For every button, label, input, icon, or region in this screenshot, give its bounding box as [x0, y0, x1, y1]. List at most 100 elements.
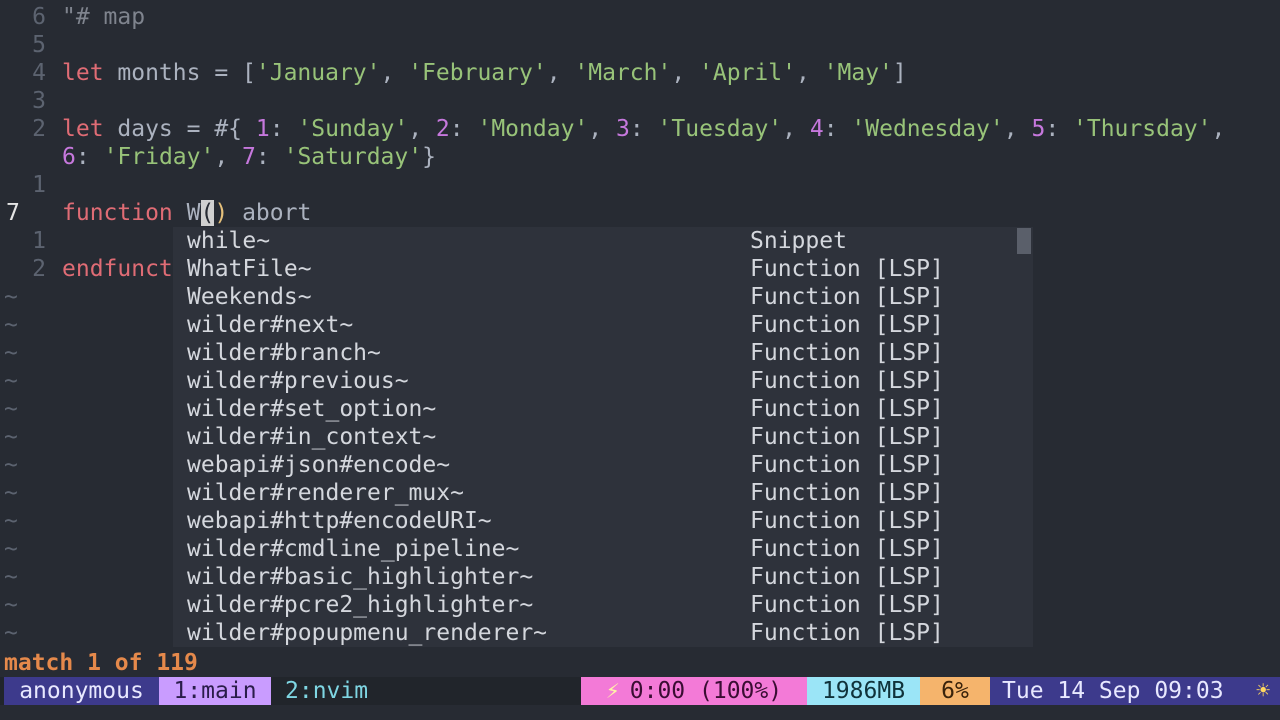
completion-item[interactable]: wilder#cmdline_pipeline~ [187, 535, 519, 563]
code-token: abort [228, 200, 312, 226]
completion-item-kind: Function [LSP] [750, 396, 944, 422]
tmux-window-main[interactable]: 1:main [159, 677, 271, 705]
completion-item-kind: Function [LSP] [750, 564, 944, 590]
empty-line-marker: ~ [4, 284, 18, 310]
completion-item-kind: Function [LSP] [750, 452, 944, 478]
line-number: 7 [6, 200, 20, 226]
tmux-status-bar: anonymous 1:main 2:nvim ⚡ 0:00 (100%) 198… [0, 677, 1280, 705]
code-token: : [75, 144, 104, 170]
completion-item-kind: Function [LSP] [750, 424, 944, 450]
code-token: 'Saturday' [283, 144, 423, 170]
code-token: : [1045, 116, 1074, 142]
line-number: 1 [32, 172, 46, 198]
code-token: 7 [242, 144, 256, 170]
code-token: 5 [1031, 116, 1046, 142]
code-token: 1 [255, 116, 270, 142]
completion-item[interactable]: WhatFile~ [187, 255, 312, 283]
code-token: W [186, 200, 201, 226]
completion-item[interactable]: while~ [187, 227, 270, 255]
code-token: 'March' [574, 60, 672, 86]
completion-item[interactable]: wilder#next~ [187, 311, 353, 339]
code-text: endfunct [62, 255, 173, 283]
completion-item-kind: Function [LSP] [750, 312, 944, 338]
empty-line-marker: ~ [4, 592, 18, 618]
completion-item-kind: Function [LSP] [750, 508, 944, 534]
code-line[interactable]: 6: 'Friday', 7: 'Saturday'} [0, 143, 1280, 171]
completion-item[interactable]: wilder#previous~ [187, 367, 409, 395]
cpu-status: 6% [920, 677, 990, 705]
code-token: 'May' [823, 60, 893, 86]
code-token: 'Thursday' [1073, 116, 1212, 142]
line-number: 3 [32, 88, 46, 114]
completion-item[interactable]: Weekends~ [187, 283, 312, 311]
empty-line-marker: ~ [4, 368, 18, 394]
line-number: 6 [32, 4, 46, 30]
code-line[interactable]: 1 [0, 171, 1280, 199]
code-text: function W() abort [62, 199, 311, 227]
datetime-status: Tue 14 Sep 09:03 ☀ [990, 677, 1280, 705]
code-text: let months = ['January', 'February', 'Ma… [62, 59, 907, 87]
datetime-text: Tue 14 Sep 09:03 [1002, 678, 1224, 704]
completion-item-kind: Function [LSP] [750, 284, 944, 310]
code-text: let days = #{ 1: 'Sunday', 2: 'Monday', … [62, 115, 1225, 143]
line-number: 5 [32, 32, 46, 58]
code-line[interactable]: 6 "# map [0, 3, 1280, 31]
code-line[interactable]: 4 let months = ['January', 'February', 'M… [0, 59, 1280, 87]
empty-line-marker: ~ [4, 424, 18, 450]
code-line[interactable]: 2 let days = #{ 1: 'Sunday', 2: 'Monday',… [0, 115, 1280, 143]
code-token: "# map [62, 4, 146, 30]
empty-line-marker: ~ [4, 508, 18, 534]
text-cursor: ( [200, 200, 215, 226]
code-token: : [449, 116, 478, 142]
completion-item-kind: Function [LSP] [750, 256, 944, 282]
completion-item-kind: Function [LSP] [750, 620, 944, 646]
code-token: endfunct [62, 256, 173, 282]
completion-item-kind: Function [LSP] [750, 340, 944, 366]
tmux-window-nvim[interactable]: 2:nvim [271, 677, 375, 705]
code-token: 'Friday' [103, 144, 215, 170]
line-number: 2 [32, 116, 46, 142]
completion-item-kind: Function [LSP] [750, 480, 944, 506]
code-token: , [380, 60, 409, 86]
line-number: 2 [32, 256, 46, 282]
code-line[interactable]: 7 function W() abort [0, 199, 1280, 227]
completion-popup[interactable]: while~ Snippet WhatFile~ Function [LSP] Week… [173, 227, 1033, 647]
code-token: : [629, 116, 658, 142]
completion-item[interactable]: wilder#in_context~ [187, 423, 436, 451]
code-token: days = #{ [103, 116, 256, 142]
code-line[interactable]: 3 [0, 87, 1280, 115]
code-token: 'February' [408, 60, 547, 86]
completion-item[interactable]: wilder#popupmenu_renderer~ [187, 619, 547, 647]
code-token: , [214, 144, 243, 170]
search-match-message: match 1 of 119 [4, 650, 198, 676]
code-token: function [62, 200, 173, 226]
completion-item-kind: Snippet [750, 228, 847, 254]
code-token: , [546, 60, 575, 86]
code-text: 6: 'Friday', 7: 'Saturday'} [62, 143, 436, 171]
sun-icon: ☀ [1256, 678, 1270, 704]
completion-item[interactable]: wilder#basic_highlighter~ [187, 563, 533, 591]
code-token: 'Wednesday' [851, 116, 1004, 142]
code-token: 'Tuesday' [657, 116, 783, 142]
completion-item[interactable]: wilder#pcre2_highlighter~ [187, 591, 533, 619]
code-token: : [269, 116, 298, 142]
code-token: , [588, 116, 616, 142]
completion-item-kind: Function [LSP] [750, 592, 944, 618]
code-token: , [782, 116, 810, 142]
empty-line-marker: ~ [4, 452, 18, 478]
tmux-session-name[interactable]: anonymous [4, 677, 159, 705]
completion-item[interactable]: wilder#set_option~ [187, 395, 436, 423]
code-token: 'Monday' [477, 116, 589, 142]
code-line[interactable]: 5 [0, 31, 1280, 59]
completion-item[interactable]: wilder#branch~ [187, 339, 381, 367]
empty-line-marker: ~ [4, 536, 18, 562]
completion-item[interactable]: webapi#json#encode~ [187, 451, 450, 479]
code-token: let [62, 116, 104, 142]
code-token: 'Sunday' [297, 116, 409, 142]
completion-scrollbar[interactable] [1017, 228, 1031, 254]
code-text: "# map [62, 3, 145, 31]
completion-item[interactable]: webapi#http#encodeURI~ [187, 507, 492, 535]
memory-status: 1986MB [807, 677, 920, 705]
lightning-icon: ⚡ [605, 678, 620, 704]
completion-item[interactable]: wilder#renderer_mux~ [187, 479, 464, 507]
